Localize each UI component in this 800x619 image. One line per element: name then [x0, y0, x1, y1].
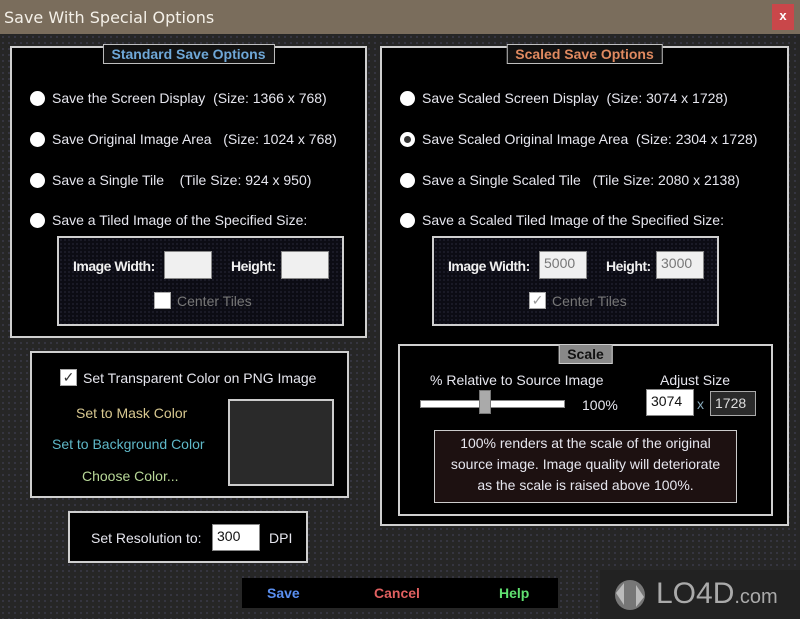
height-input[interactable]: [281, 251, 329, 279]
transparent-color-checkbox[interactable]: ✓: [60, 369, 77, 386]
transparency-panel: ✓ Set Transparent Color on PNG Image Set…: [30, 351, 349, 498]
center-tiles-label: Center Tiles: [177, 293, 252, 309]
radio-button[interactable]: [30, 131, 45, 147]
cancel-button[interactable]: Cancel: [374, 585, 420, 601]
center-tiles-checkbox[interactable]: [154, 292, 171, 309]
standard-save-panel: Standard Save Options Save the Screen Di…: [10, 44, 367, 338]
scaled-legend: Scaled Save Options: [506, 44, 663, 64]
radio-button[interactable]: [30, 90, 45, 106]
watermark: LO4D.com: [600, 570, 800, 619]
option-label: Save the Screen Display: [52, 90, 206, 106]
scale-slider-thumb[interactable]: [479, 390, 492, 414]
help-button[interactable]: Help: [499, 585, 529, 601]
times-sign: x: [697, 396, 704, 412]
height-label: Height:: [606, 258, 651, 274]
adjust-width-input[interactable]: 3074: [646, 389, 694, 416]
watermark-suffix: .com: [734, 586, 778, 608]
close-button[interactable]: x: [772, 4, 794, 30]
watermark-brand: LO4D: [656, 577, 735, 610]
scale-note: 100% renders at the scale of the origina…: [434, 430, 737, 503]
image-width-input[interactable]: [164, 251, 212, 279]
option-detail: (Size: 3074 x 1728): [606, 90, 728, 106]
button-bar: Save Cancel Help: [242, 578, 558, 608]
scaled-option-tiled[interactable]: Save a Scaled Tiled Image of the Specifi…: [400, 212, 724, 228]
option-label: Save Scaled Original Image Area: [422, 131, 629, 147]
scaled-option-tile[interactable]: Save a Single Scaled Tile (Tile Size: 20…: [400, 172, 740, 188]
image-width-label: Image Width:: [448, 258, 530, 274]
save-button[interactable]: Save: [267, 585, 300, 601]
standard-legend: Standard Save Options: [102, 44, 275, 64]
center-tiles-label: Center Tiles: [552, 293, 627, 309]
option-label: Save Original Image Area: [52, 131, 212, 147]
resolution-panel: Set Resolution to: 300 DPI: [68, 511, 308, 563]
scaled-option-screen[interactable]: Save Scaled Screen Display (Size: 3074 x…: [400, 90, 728, 106]
radio-button[interactable]: [400, 212, 415, 228]
adjust-height-field: 1728: [710, 391, 756, 416]
height-label: Height:: [231, 258, 276, 274]
image-width-input[interactable]: 5000: [539, 251, 587, 279]
option-label: Save a Scaled Tiled Image of the Specifi…: [422, 212, 724, 228]
title-bar: Save With Special Options x: [0, 0, 800, 34]
radio-button-selected[interactable]: [400, 131, 415, 147]
center-tiles-checkbox[interactable]: ✓: [529, 292, 546, 309]
option-label: Save a Single Scaled Tile: [422, 172, 581, 188]
color-preview-swatch: [228, 399, 334, 486]
radio-button[interactable]: [400, 90, 415, 106]
scaled-tiled-box: Image Width: 5000 Height: 3000 ✓ Center …: [432, 236, 719, 326]
standard-option-tiled[interactable]: Save a Tiled Image of the Specified Size…: [30, 212, 307, 228]
option-label: Save Scaled Screen Display: [422, 90, 599, 106]
standard-option-tile[interactable]: Save a Single Tile (Tile Size: 924 x 950…: [30, 172, 311, 188]
watermark-text: LO4D.com: [656, 577, 778, 611]
set-mask-color-link[interactable]: Set to Mask Color: [76, 405, 187, 421]
standard-tiled-box: Image Width: Height: Center Tiles: [57, 236, 344, 326]
relative-label: % Relative to Source Image: [430, 372, 604, 388]
option-detail: (Tile Size: 924 x 950): [179, 172, 312, 188]
radio-button[interactable]: [30, 212, 45, 228]
set-background-color-link[interactable]: Set to Background Color: [52, 436, 205, 452]
scaled-save-panel: Scaled Save Options Save Scaled Screen D…: [380, 44, 789, 526]
standard-option-original[interactable]: Save Original Image Area (Size: 1024 x 7…: [30, 131, 337, 147]
resolution-label: Set Resolution to:: [91, 530, 202, 546]
dialog-body: Standard Save Options Save the Screen Di…: [0, 34, 800, 619]
transparent-color-label: Set Transparent Color on PNG Image: [83, 370, 317, 386]
scale-legend: Scale: [558, 344, 613, 364]
resolution-input[interactable]: 300: [212, 524, 260, 551]
option-detail: (Size: 1024 x 768): [223, 131, 337, 147]
option-detail: (Tile Size: 2080 x 2138): [592, 172, 740, 188]
height-input[interactable]: 3000: [656, 251, 704, 279]
standard-option-screen[interactable]: Save the Screen Display (Size: 1366 x 76…: [30, 90, 327, 106]
adjust-size-label: Adjust Size: [660, 372, 731, 388]
window-title: Save With Special Options: [4, 8, 215, 27]
option-detail: (Size: 2304 x 1728): [636, 131, 758, 147]
radio-button[interactable]: [400, 172, 415, 188]
percent-value: 100%: [582, 397, 618, 413]
radio-button[interactable]: [30, 172, 45, 188]
option-label: Save a Tiled Image of the Specified Size…: [52, 212, 308, 228]
option-label: Save a Single Tile: [52, 172, 165, 188]
scaled-option-original[interactable]: Save Scaled Original Image Area (Size: 2…: [400, 131, 757, 147]
resolution-unit: DPI: [269, 530, 293, 546]
option-detail: (Size: 1366 x 768): [213, 90, 327, 106]
choose-color-link[interactable]: Choose Color...: [82, 468, 179, 484]
scale-slider[interactable]: [420, 400, 565, 408]
lo4d-logo-icon: [615, 580, 645, 610]
scale-box: Scale % Relative to Source Image 100% Ad…: [398, 344, 773, 516]
image-width-label: Image Width:: [73, 258, 155, 274]
